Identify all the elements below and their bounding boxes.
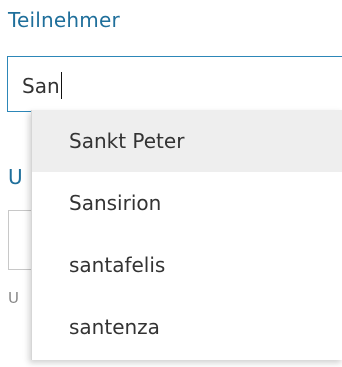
autocomplete-option[interactable]: Sansirion xyxy=(32,172,342,234)
autocomplete-option-label: Sankt Peter xyxy=(69,129,185,153)
autocomplete-dropdown: Sankt Peter Sansirion santafelis santenz… xyxy=(31,110,342,360)
participant-input-value: San xyxy=(22,74,60,98)
autocomplete-option[interactable]: Sankt Peter xyxy=(32,110,342,172)
autocomplete-option-label: santafelis xyxy=(69,253,166,277)
autocomplete-option-label: Sansirion xyxy=(69,191,162,215)
next-field-help-text: U xyxy=(8,289,19,307)
participant-label: Teilnehmer xyxy=(8,8,120,32)
participant-input[interactable]: San xyxy=(7,56,342,112)
autocomplete-option[interactable]: santenza xyxy=(32,296,342,358)
text-caret xyxy=(60,72,62,99)
next-field-label: U xyxy=(8,165,23,189)
autocomplete-option[interactable]: santafelis xyxy=(32,234,342,296)
autocomplete-option-label: santenza xyxy=(69,315,160,339)
participant-form: Teilnehmer San U U Sankt Peter Sansirion… xyxy=(0,0,342,367)
